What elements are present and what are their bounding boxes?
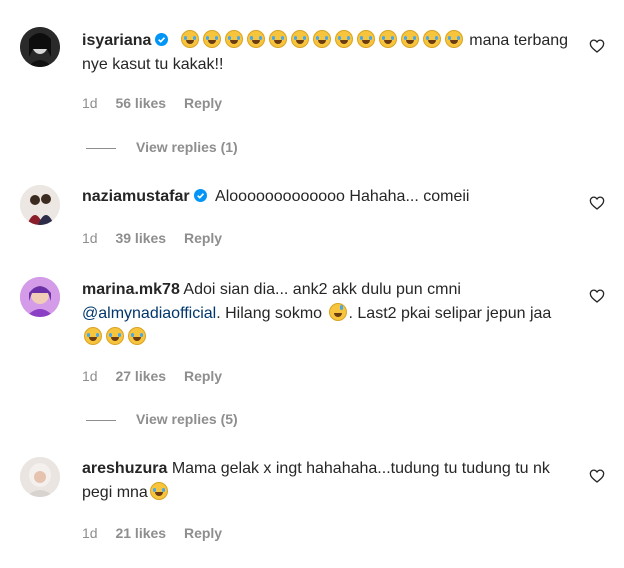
comment-meta: 1d 27 likes Reply xyxy=(82,367,236,385)
comment-body-cont: . Hilang sokmo xyxy=(216,305,323,322)
emoji-icon xyxy=(328,303,347,321)
emoji-icon xyxy=(106,327,124,345)
view-replies-button[interactable]: View replies (1) xyxy=(86,138,238,156)
username[interactable]: isyariana xyxy=(82,32,151,49)
emoji-icon xyxy=(84,327,102,345)
emoji-icon xyxy=(180,30,199,48)
emoji-icon xyxy=(400,30,419,48)
emoji-icon xyxy=(268,30,287,48)
emoji-icon xyxy=(444,30,463,48)
emoji-icon xyxy=(149,482,168,500)
emoji-row xyxy=(179,30,469,49)
username[interactable]: areshuzura xyxy=(82,460,167,477)
comment-time[interactable]: 1d xyxy=(82,368,98,384)
emoji-icon xyxy=(202,30,221,48)
emoji-icon xyxy=(334,30,353,48)
emoji-icon xyxy=(224,30,243,48)
comment-time[interactable]: 1d xyxy=(82,95,98,111)
comment-text: marina.mk78 Adoi sian dia... ank2 akk du… xyxy=(82,278,570,350)
likes-count[interactable]: 27 likes xyxy=(115,368,166,384)
username[interactable]: naziamustafar xyxy=(82,188,190,205)
comment-time[interactable]: 1d xyxy=(82,230,98,246)
reply-button[interactable]: Reply xyxy=(184,525,222,541)
comment-meta: 1d 21 likes Reply xyxy=(82,524,236,542)
avatar[interactable] xyxy=(20,185,60,225)
emoji-icon xyxy=(128,327,146,345)
view-replies-label: View replies (1) xyxy=(136,139,238,155)
comment-body-end: . Last2 pkai selipar jepun jaa xyxy=(348,305,552,322)
view-replies-button[interactable]: View replies (5) xyxy=(86,410,238,428)
comment-meta: 1d 56 likes Reply xyxy=(82,94,236,112)
verified-badge-icon xyxy=(155,33,169,46)
view-replies-label: View replies (5) xyxy=(136,411,238,427)
comment-text: naziamustafar Alooooooooooooo Hahaha... … xyxy=(82,185,570,209)
comment-meta: 1d 39 likes Reply xyxy=(82,229,236,247)
heart-icon[interactable] xyxy=(589,195,605,211)
divider-line xyxy=(86,419,116,421)
emoji-icon xyxy=(378,30,397,48)
likes-count[interactable]: 39 likes xyxy=(115,230,166,246)
reply-button[interactable]: Reply xyxy=(184,368,222,384)
mention-link[interactable]: @almynadiaofficial xyxy=(82,305,216,322)
comment-text: isyariana mana terbang nye kasut tu kaka… xyxy=(82,29,570,77)
avatar[interactable] xyxy=(20,457,60,497)
reply-button[interactable]: Reply xyxy=(184,95,222,111)
emoji-icon xyxy=(246,30,265,48)
avatar[interactable] xyxy=(20,27,60,67)
heart-icon[interactable] xyxy=(589,288,605,304)
reply-button[interactable]: Reply xyxy=(184,230,222,246)
likes-count[interactable]: 56 likes xyxy=(115,95,166,111)
likes-count[interactable]: 21 likes xyxy=(115,525,166,541)
emoji-icon xyxy=(290,30,309,48)
comment-body: Adoi sian dia... ank2 akk dulu pun cmni xyxy=(183,281,461,298)
comment-time[interactable]: 1d xyxy=(82,525,98,541)
divider-line xyxy=(86,147,116,149)
comment-body: Alooooooooooooo Hahaha... comeii xyxy=(215,188,470,205)
emoji-icon xyxy=(422,30,441,48)
heart-icon[interactable] xyxy=(589,468,605,484)
comment-text: areshuzura Mama gelak x ingt hahahaha...… xyxy=(82,457,570,505)
emoji-icon xyxy=(356,30,375,48)
verified-badge-icon xyxy=(193,189,207,202)
username[interactable]: marina.mk78 xyxy=(82,281,180,298)
heart-icon[interactable] xyxy=(589,38,605,54)
avatar[interactable] xyxy=(20,277,60,317)
emoji-icon xyxy=(312,30,331,48)
